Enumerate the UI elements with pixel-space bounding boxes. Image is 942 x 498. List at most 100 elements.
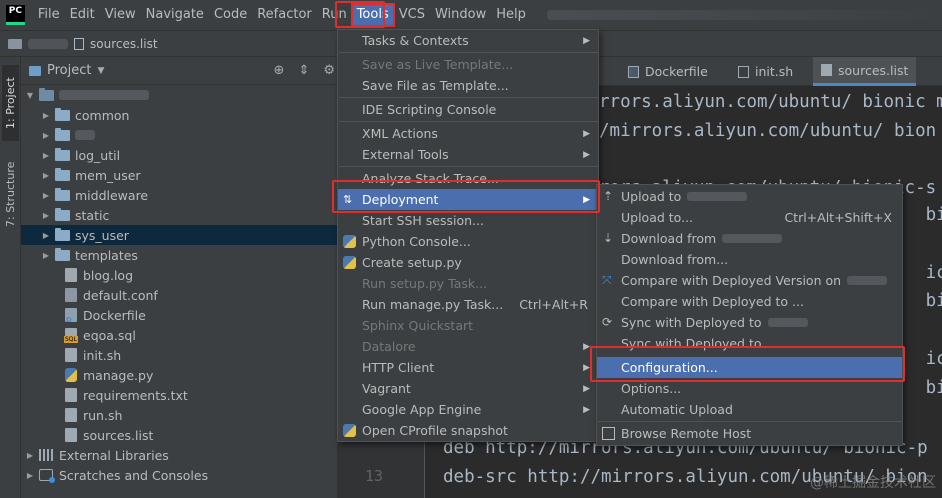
chevron-down-icon[interactable]: ▼ [97,66,104,76]
collapsed-arrow-icon[interactable]: ▶ [41,251,51,260]
menu-item-sync-with-deployed-to[interactable]: Sync with Deployed to... [597,333,902,354]
expand-arrow-icon[interactable]: ▼ [25,91,35,100]
scratches-icon [39,469,55,483]
submenu-arrow-icon: ▶ [583,128,590,139]
collapsed-arrow-icon[interactable]: ▶ [41,151,51,160]
tab-dockerfile[interactable]: Dockerfile [620,57,716,86]
collapsed-arrow-icon[interactable]: ▶ [41,191,51,200]
menu-help[interactable]: Help [491,4,531,26]
tree-item-label: manage.py [83,367,154,383]
tree-item-file[interactable]: init.sh [21,345,337,365]
menu-item-start-ssh[interactable]: Start SSH session... [338,210,598,231]
menu-item-label: Run manage.py Task... [362,297,504,312]
tree-item-file[interactable]: requirements.txt [21,385,337,405]
menu-item-configuration[interactable]: Configuration... [597,357,902,378]
menu-item-compare-with-deployed-to[interactable]: Compare with Deployed to ... [597,291,902,312]
tree-item-file[interactable]: Dockerfile [21,305,337,325]
menu-item-analyze-stack-trace[interactable]: Analyze Stack Trace... [338,168,598,189]
tree-item-file[interactable]: run.sh [21,405,337,425]
menu-item-http-client[interactable]: HTTP Client ▶ [338,357,598,378]
menu-file[interactable]: File [33,4,65,26]
collapsed-arrow-icon[interactable]: ▶ [41,211,51,220]
menu-item-save-live-template[interactable]: Save as Live Template... [338,54,598,75]
menu-item-upload-to-server[interactable]: ⇡ Upload to [597,186,902,207]
menu-view[interactable]: View [100,4,141,26]
tree-item-folder[interactable]: ▶ templates [21,245,337,265]
collapsed-arrow-icon[interactable]: ▶ [25,471,35,480]
menu-item-deployment[interactable]: ⇅ Deployment ▶ [338,189,598,210]
menu-item-label: Python Console... [362,234,471,249]
menu-item-download-from[interactable]: Download from... [597,249,902,270]
project-panel-title[interactable]: Project [47,63,91,78]
menu-window[interactable]: Window [430,4,491,26]
menu-item-python-console[interactable]: Python Console... [338,231,598,252]
blurred-project-name[interactable] [28,38,68,49]
menu-item-label: Save File as Template... [362,78,509,93]
menu-item-options[interactable]: Options... [597,378,902,399]
menu-shortcut: Ctrl+Alt+R [519,297,588,312]
menu-vcs[interactable]: VCS [394,4,430,26]
tree-item-label: mem_user [75,167,141,183]
menu-item-automatic-upload[interactable]: Automatic Upload [597,399,902,420]
menu-item-sphinx-quickstart[interactable]: Sphinx Quickstart [338,315,598,336]
collapsed-arrow-icon[interactable]: ▶ [25,451,35,460]
tree-root[interactable]: ▼ [21,85,337,105]
tree-item-file[interactable]: eqoa.sql [21,325,337,345]
collapsed-arrow-icon[interactable]: ▶ [41,231,51,240]
tab-sources-list[interactable]: sources.list [813,57,917,86]
tree-item-external-libraries[interactable]: ▶ External Libraries [21,445,337,465]
menu-item-label: Sphinx Quickstart [362,318,474,333]
collapse-all-icon[interactable]: ⇕ [298,63,309,78]
tree-item-folder[interactable]: ▶ common [21,105,337,125]
menu-item-create-setup-py[interactable]: Create setup.py [338,252,598,273]
tree-item-file[interactable]: blog.log [21,265,337,285]
tree-item-label: sources.list [83,427,154,443]
menu-item-open-cprofile[interactable]: Open CProfile snapshot [338,420,598,441]
menu-item-browse-remote-host[interactable]: Browse Remote Host [597,423,902,444]
menu-item-label: Automatic Upload [621,402,733,417]
menu-item-ide-scripting-console[interactable]: IDE Scripting Console [338,99,598,120]
collapsed-arrow-icon[interactable]: ▶ [41,111,51,120]
menu-item-save-file-template[interactable]: Save File as Template... [338,75,598,96]
deployment-icon: ⇅ [343,193,353,206]
tab-init-sh[interactable]: init.sh [730,57,801,86]
collapsed-arrow-icon[interactable]: ▶ [41,171,51,180]
tree-item-folder[interactable]: ▶ static [21,205,337,225]
menu-item-google-app-engine[interactable]: Google App Engine ▶ [338,399,598,420]
collapsed-arrow-icon[interactable]: ▶ [41,131,51,140]
menu-item-download-from-server[interactable]: ⇣ Download from [597,228,902,249]
menu-run[interactable]: Run [317,4,352,26]
tree-item-label: Dockerfile [83,307,146,323]
menu-item-external-tools[interactable]: External Tools ▶ [338,144,598,165]
locate-icon[interactable]: ⊕ [274,63,285,78]
menu-item-xml-actions[interactable]: XML Actions ▶ [338,123,598,144]
gear-icon[interactable]: ⚙ [323,63,335,78]
tree-item-scratches[interactable]: ▶ Scratches and Consoles [21,465,337,485]
tree-item-folder[interactable]: ▶ middleware [21,185,337,205]
breadcrumb-file[interactable]: sources.list [90,37,158,51]
menu-item-upload-to[interactable]: Upload to... Ctrl+Alt+Shift+X [597,207,902,228]
tree-item-folder[interactable]: ▶ mem_user [21,165,337,185]
menu-refactor[interactable]: Refactor [252,4,317,26]
tab-structure-tool[interactable]: 7: Structure [2,151,19,237]
tree-item-folder[interactable]: ▶ log_util [21,145,337,165]
menu-edit[interactable]: Edit [65,4,100,26]
menu-code[interactable]: Code [209,4,252,26]
menu-item-run-manage-py[interactable]: Run manage.py Task... Ctrl+Alt+R [338,294,598,315]
tree-item-file[interactable]: sources.list [21,425,337,445]
tree-item-file[interactable]: default.conf [21,285,337,305]
menu-item-tasks-contexts[interactable]: Tasks & Contexts ▶ [338,30,598,51]
tree-item-file[interactable]: manage.py [21,365,337,385]
tab-project-tool[interactable]: 1: Project [2,65,19,141]
menu-bar: PC File Edit View Navigate Code Refactor… [0,0,942,30]
menu-item-compare-with-deployed-on[interactable]: ⤧ Compare with Deployed Version on [597,270,902,291]
menu-item-vagrant[interactable]: Vagrant ▶ [338,378,598,399]
menu-item-datalore[interactable]: Datalore ▶ [338,336,598,357]
tree-item-folder-selected[interactable]: ▶ sys_user [21,225,337,245]
menu-item-run-setup-py[interactable]: Run setup.py Task... [338,273,598,294]
menu-navigate[interactable]: Navigate [141,4,209,26]
tree-item-folder[interactable]: ▶ [21,125,337,145]
menu-tools[interactable]: Tools [350,3,395,27]
menu-item-sync-with-deployed-server[interactable]: ⟳ Sync with Deployed to [597,312,902,333]
menu-item-label: Analyze Stack Trace... [362,171,499,186]
